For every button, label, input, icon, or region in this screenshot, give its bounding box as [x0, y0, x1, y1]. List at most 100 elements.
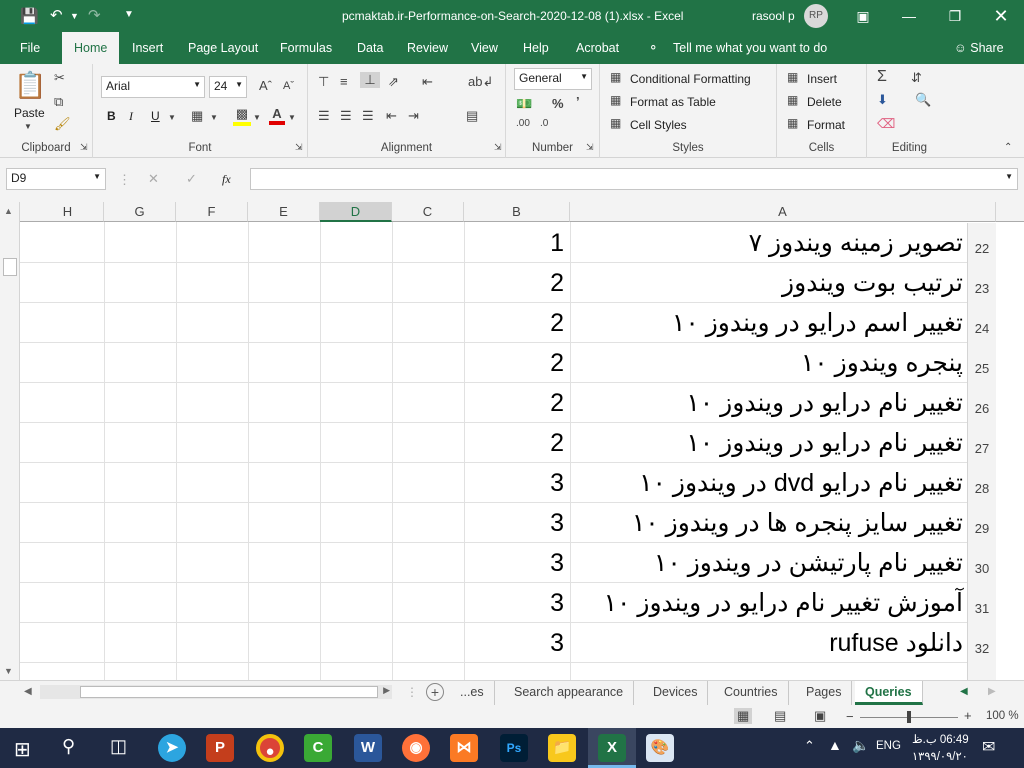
tab-help[interactable]: Help [515, 32, 557, 64]
increase-decimal-icon[interactable]: .00 [516, 118, 530, 129]
borders-dropdown-icon[interactable]: ▼ [210, 113, 218, 122]
autosum-icon[interactable]: Σ [877, 68, 887, 86]
file-explorer-icon[interactable]: 📁 [548, 734, 576, 762]
restore-button[interactable]: ❐ [932, 0, 978, 32]
column-header-e[interactable]: E [248, 202, 320, 222]
grow-font-icon[interactable]: Aˆ [259, 78, 272, 93]
clipboard-launcher-icon[interactable]: ⇲ [80, 142, 88, 153]
align-left-icon[interactable]: ☰ [318, 108, 330, 124]
sheet-tab-search-appearance[interactable]: Search appearance [504, 681, 635, 705]
align-center-icon[interactable]: ☰ [340, 108, 352, 124]
show-hidden-icons-icon[interactable]: ⌃ [804, 738, 815, 754]
decrease-indent-icon[interactable]: ⇤ [386, 108, 397, 124]
cell-a[interactable]: آموزش تغییر نام درایو در ویندوز ۱۰ [543, 583, 967, 623]
windows-start-icon[interactable]: ⊞ [14, 737, 31, 762]
search-icon[interactable]: ⚲ [62, 736, 75, 757]
cancel-formula-icon[interactable]: ✕ [148, 171, 159, 187]
volume-icon[interactable]: 🔈 [852, 737, 869, 754]
spreadsheet-grid[interactable]: ▲ H G F E D C B A ▲ ▼ 1تصویر زمینه ویندو… [0, 202, 1024, 680]
orientation-icon[interactable]: ⇗ [388, 74, 399, 90]
insert-cells-button[interactable]: Insert [807, 72, 837, 86]
format-as-table-button[interactable]: Format as Table [630, 95, 716, 109]
new-sheet-icon[interactable]: + [426, 683, 444, 701]
page-layout-view-icon[interactable]: ▤ [774, 708, 786, 724]
percent-style-icon[interactable]: % [552, 96, 564, 111]
rtl-direction-icon[interactable]: ⇤ [422, 74, 433, 90]
cell-a[interactable]: تغییر نام درایو در ویندوز ۱۰ [543, 383, 967, 423]
vertical-scrollbar[interactable]: ▲ ▼ [0, 202, 20, 680]
increase-indent-icon[interactable]: ⇥ [408, 108, 419, 124]
align-bottom-icon[interactable]: ⊥ [360, 72, 380, 88]
font-launcher-icon[interactable]: ⇲ [295, 142, 303, 153]
tab-view[interactable]: View [463, 32, 506, 64]
tab-review[interactable]: Review [399, 32, 456, 64]
wrap-text-icon[interactable]: ab↲ [468, 74, 493, 90]
font-color-icon[interactable]: A [269, 106, 285, 125]
share-button[interactable]: ☺ Share [946, 32, 1012, 64]
cell-styles-button[interactable]: Cell Styles [630, 118, 687, 132]
paint-icon[interactable]: 🎨 [646, 734, 674, 762]
row-number[interactable]: 22 [967, 223, 996, 263]
camtasia-icon[interactable]: C [304, 734, 332, 762]
sheet-tab-queries[interactable]: Queries [855, 681, 923, 705]
minimize-button[interactable]: — [886, 0, 932, 32]
ribbon-display-options-icon[interactable]: ▣ [840, 0, 886, 32]
font-color-dropdown-icon[interactable]: ▼ [288, 113, 296, 122]
column-header-f[interactable]: F [176, 202, 248, 222]
sort-filter-icon[interactable]: ⇵ [911, 70, 922, 86]
decrease-decimal-icon[interactable]: .0 [540, 118, 548, 129]
notification-center-icon[interactable]: ✉ [982, 737, 995, 757]
customize-qat-icon[interactable]: ▼ [124, 9, 134, 20]
row-number[interactable]: 25 [967, 343, 996, 383]
format-cells-button[interactable]: Format [807, 118, 845, 132]
tab-file[interactable]: File [12, 32, 48, 64]
underline-dropdown-icon[interactable]: ▼ [168, 113, 176, 122]
row-number[interactable]: 32 [967, 623, 996, 663]
undo-icon[interactable]: ↶ [50, 6, 63, 24]
fill-icon[interactable]: ⬇ [877, 92, 888, 108]
expand-formula-icon[interactable]: ▼ [1005, 172, 1013, 181]
conditional-formatting-button[interactable]: Conditional Formatting [630, 72, 751, 86]
scroll-down-icon[interactable]: ▼ [4, 666, 13, 676]
sheet-tab-devices[interactable]: Devices [643, 681, 709, 705]
scroll-tabs-next-icon[interactable]: ▶ [988, 686, 996, 697]
photoshop-icon[interactable]: Ps [500, 734, 528, 762]
align-right-icon[interactable]: ☰ [362, 108, 374, 124]
font-size-select[interactable]: 24 ▼ [209, 76, 247, 98]
column-header-c[interactable]: C [392, 202, 464, 222]
align-middle-icon[interactable]: ≡ [340, 74, 348, 89]
paste-icon[interactable]: 📋 [14, 70, 46, 101]
zoom-in-icon[interactable]: + [964, 708, 972, 723]
tab-home[interactable]: Home [62, 32, 120, 64]
cell-a[interactable]: تغییر نام درایو dvd در ویندوز ۱۰ [543, 463, 967, 503]
font-name-select[interactable]: Arial ▼ [101, 76, 205, 98]
row-number[interactable]: 26 [967, 383, 996, 423]
column-header-b[interactable]: B [464, 202, 570, 222]
paste-dropdown-icon[interactable]: ▼ [24, 122, 32, 131]
row-number[interactable]: 31 [967, 583, 996, 623]
cell-a[interactable]: تغییر سایز پنجره ها در ویندوز ۱۰ [543, 503, 967, 543]
scroll-right-icon[interactable]: ▶ [383, 685, 390, 696]
task-view-icon[interactable]: ◫ [110, 736, 127, 757]
alignment-launcher-icon[interactable]: ⇲ [494, 142, 502, 153]
clock-time[interactable]: 06:49 ب.ظ [912, 732, 969, 746]
italic-button[interactable]: I [129, 109, 133, 124]
row-number[interactable] [967, 663, 996, 680]
h-scroll-thumb[interactable] [80, 686, 378, 698]
cell-a[interactable]: ترتیب بوت ویندوز [543, 263, 967, 303]
firefox-icon[interactable]: ◉ [402, 734, 430, 762]
zoom-level[interactable]: 100 % [986, 710, 1019, 722]
tab-page-layout[interactable]: Page Layout [180, 32, 266, 64]
name-box[interactable]: D9 ▼ [6, 168, 106, 190]
row-number[interactable]: 27 [967, 423, 996, 463]
sheet-tab-countries[interactable]: Countries [714, 681, 789, 705]
cell-a[interactable]: تغییر اسم درایو در ویندوز ۱۰ [543, 303, 967, 343]
zoom-slider[interactable] [860, 711, 958, 723]
tell-me-search[interactable]: Tell me what you want to do [665, 32, 835, 64]
horizontal-scrollbar[interactable]: ▶ [40, 685, 392, 699]
zoom-slider-thumb[interactable] [907, 711, 911, 723]
powerpoint-icon[interactable]: P [206, 734, 234, 762]
column-header-d[interactable]: D [320, 202, 392, 222]
excel-icon[interactable]: X [598, 734, 626, 762]
underline-button[interactable]: U [151, 109, 160, 123]
